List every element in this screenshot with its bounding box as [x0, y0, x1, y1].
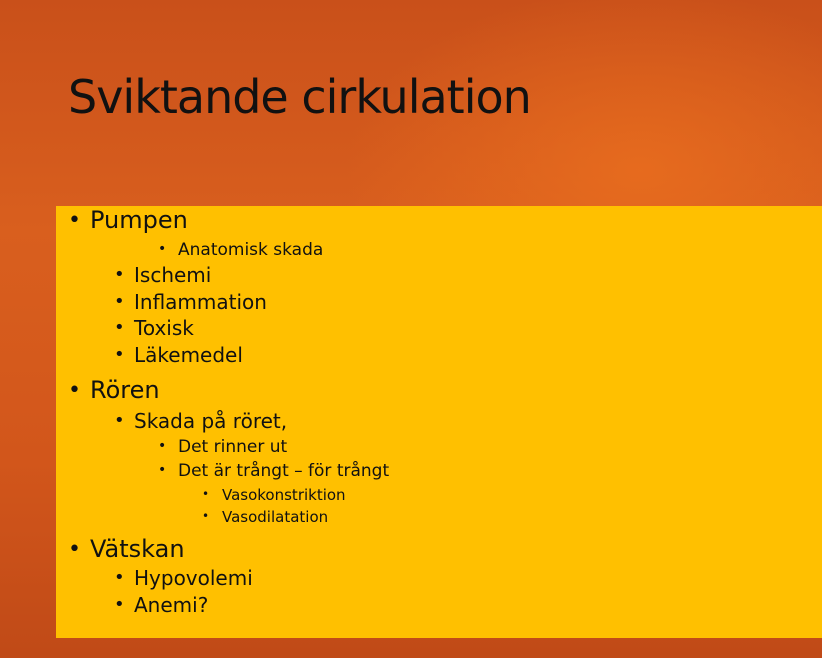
list-item-text: Toxisk: [134, 316, 194, 340]
bullet-icon: •: [202, 509, 210, 523]
bullet-icon: •: [68, 378, 81, 403]
list-item-text: Det rinner ut: [178, 437, 288, 457]
bullet-icon: •: [114, 317, 125, 338]
list-item-text: Anatomisk skada: [178, 240, 324, 260]
slide-title: Sviktande cirkulation: [68, 70, 532, 124]
bullet-icon: •: [68, 537, 81, 562]
bullet-icon: •: [114, 594, 125, 615]
list-item-text: Ischemi: [134, 263, 212, 287]
list-item-text: Hypovolemi: [134, 566, 253, 590]
bullet-icon: •: [158, 438, 167, 454]
bullet-icon: •: [114, 291, 125, 312]
bullet-icon: •: [114, 410, 125, 431]
bullet-icon: •: [158, 462, 167, 478]
slide: Sviktande cirkulation • Pumpen • Anatomi…: [0, 0, 822, 658]
list-item-text: Vätskan: [90, 535, 185, 563]
bullet-icon: •: [158, 241, 167, 257]
list-item-text: Rören: [90, 376, 160, 404]
list-item-text: Pumpen: [90, 206, 188, 234]
bullet-icon: •: [68, 208, 81, 233]
list-item-text: Anemi?: [134, 593, 209, 617]
content-box: • Pumpen • Anatomisk skada • Ischemi • I…: [56, 206, 822, 638]
list-item-text: Vasodilatation: [222, 508, 329, 526]
list-item-text: Inflammation: [134, 290, 267, 314]
bullet-icon: •: [202, 487, 210, 501]
list-item-text: Vasokonstriktion: [222, 486, 346, 504]
bullet-icon: •: [114, 264, 125, 285]
list-item-text: Skada på röret,: [134, 409, 288, 433]
bullet-icon: •: [114, 567, 125, 588]
list-item-text: Läkemedel: [134, 343, 243, 367]
bullet-icon: •: [114, 344, 125, 365]
list-item-text: Det är trångt – för trångt: [178, 461, 390, 481]
